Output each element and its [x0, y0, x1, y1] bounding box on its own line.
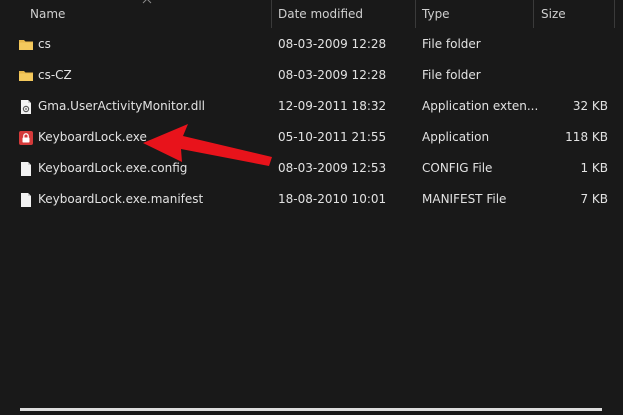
column-header-type[interactable]: Type	[422, 0, 450, 28]
document-icon	[21, 162, 31, 176]
file-type: CONFIG File	[422, 161, 493, 175]
column-divider[interactable]	[271, 0, 272, 28]
file-row-keyboardlock-exe-config[interactable]: KeyboardLock.exe.config 08-03-2009 12:53…	[0, 153, 623, 184]
file-date-modified: 12-09-2011 18:32	[278, 99, 387, 113]
file-size	[540, 60, 608, 91]
file-name: KeyboardLock.exe.manifest	[38, 192, 204, 206]
column-header-name[interactable]: Name	[30, 0, 65, 28]
file-type: Application exten...	[422, 99, 539, 113]
file-date-modified: 08-03-2009 12:28	[278, 37, 387, 51]
column-header-bar: Name Date modified Type Size	[0, 0, 623, 28]
file-row-gma-useractivitymonitor-dll[interactable]: Gma.UserActivityMonitor.dll 12-09-2011 1…	[0, 91, 623, 122]
file-name: KeyboardLock.exe.config	[38, 161, 188, 175]
document-icon	[21, 193, 31, 207]
dll-file-icon	[21, 100, 31, 114]
file-date-modified: 08-03-2009 12:53	[278, 161, 387, 175]
column-divider[interactable]	[533, 0, 534, 28]
column-divider[interactable]	[415, 0, 416, 28]
sort-ascending-icon	[142, 0, 152, 4]
file-date-modified: 08-03-2009 12:28	[278, 68, 387, 82]
file-row-keyboardlock-exe-manifest[interactable]: KeyboardLock.exe.manifest 18-08-2010 10:…	[0, 184, 623, 215]
file-type: Application	[422, 130, 490, 144]
file-size: 32 KB	[572, 99, 608, 113]
file-size: 7 KB	[580, 192, 608, 206]
file-name: cs-CZ	[38, 68, 72, 82]
folder-icon	[19, 40, 33, 50]
file-row-cs-cz[interactable]: cs-CZ 08-03-2009 12:28 File folder	[0, 60, 623, 91]
file-row-keyboardlock-exe[interactable]: KeyboardLock.exe 05-10-2011 21:55 Applic…	[0, 122, 623, 153]
folder-icon	[19, 71, 33, 81]
file-name: cs	[38, 37, 51, 51]
file-type: File folder	[422, 37, 481, 51]
file-size: 1 KB	[580, 161, 608, 175]
column-header-date-modified[interactable]: Date modified	[278, 0, 363, 28]
column-divider[interactable]	[614, 0, 615, 28]
file-type: File folder	[422, 68, 481, 82]
column-header-size[interactable]: Size	[541, 0, 566, 28]
file-name: Gma.UserActivityMonitor.dll	[38, 99, 205, 113]
file-size: 118 KB	[565, 130, 608, 144]
horizontal-scrollbar[interactable]	[20, 408, 602, 411]
file-row-cs[interactable]: cs 08-03-2009 12:28 File folder	[0, 29, 623, 60]
file-name: KeyboardLock.exe	[38, 130, 147, 144]
lock-app-icon	[19, 131, 33, 145]
file-type: MANIFEST File	[422, 192, 507, 206]
file-date-modified: 18-08-2010 10:01	[278, 192, 387, 206]
file-date-modified: 05-10-2011 21:55	[278, 130, 387, 144]
file-size	[540, 29, 608, 60]
